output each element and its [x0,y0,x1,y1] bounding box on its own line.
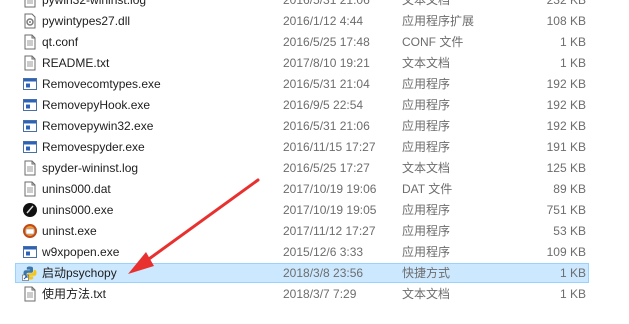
file-name: Removespyder.exe [42,140,145,154]
python-shortcut-icon [22,265,38,281]
file-date: 2016/9/5 22:54 [283,98,364,112]
file-row[interactable]: RemovepyHook.exe 2016/9/5 22:54 应用程序 192 KB [0,95,629,116]
file-row[interactable]: Removecomtypes.exe 2016/5/31 21:04 应用程序 192… [0,74,629,95]
file-date: 2016/5/25 17:48 [283,35,370,49]
file-date: 2017/8/10 19:21 [283,56,370,70]
file-size: 89 KB [553,182,586,196]
doc-icon [22,34,38,50]
doc-icon [22,55,38,71]
exe-icon [22,244,38,260]
dll-icon [22,13,38,29]
file-date: 2016/5/31 21:06 [283,0,370,7]
file-name: pywintypes27.dll [42,14,131,28]
doc-icon [22,160,38,176]
file-row[interactable]: pywin32-wininst.log 2016/5/31 21:06 文本文档 23… [0,0,629,11]
doc-icon [22,286,38,302]
file-name: pywin32-wininst.log [42,0,147,7]
file-size: 1 KB [559,56,586,70]
file-row[interactable]: qt.conf 2016/5/25 17:48 CONF 文件 1 KB [0,32,629,53]
file-name: 使用方法.txt [42,287,107,301]
file-size: 751 KB [546,203,586,217]
file-size: 109 KB [546,245,586,259]
file-date: 2016/5/31 21:06 [283,119,370,133]
exe-icon [22,118,38,134]
file-name: RemovepyHook.exe [42,98,151,112]
file-row[interactable]: spyder-wininst.log 2016/5/25 17:27 文本文档 125… [0,158,629,179]
file-date: 2017/11/12 17:27 [283,224,376,238]
file-type: 快捷方式 [402,266,451,280]
file-size: 1 KB [559,266,586,280]
file-type: 应用程序 [402,140,451,154]
file-row[interactable]: pywintypes27.dll 2016/1/12 4:44 应用程序扩展 108 … [0,11,629,32]
file-size: 1 KB [559,287,586,301]
file-type: 应用程序 [402,245,451,259]
file-size: 125 KB [546,161,586,175]
file-row[interactable]: unins000.dat 2017/10/19 19:06 DAT 文件 89 KB [0,179,629,200]
file-date: 2015/12/6 3:33 [283,245,364,259]
file-name: unins000.dat [42,182,111,196]
file-row[interactable]: unins000.exe 2017/10/19 19:05 应用程序 751 KB [0,200,629,221]
file-name: w9xpopen.exe [42,245,120,259]
file-type: DAT 文件 [402,182,453,196]
file-name: Removepywin32.exe [42,119,154,133]
file-type: 文本文档 [402,56,451,70]
file-date: 2016/1/12 4:44 [283,14,364,28]
file-size: 108 KB [546,14,586,28]
file-date: 2017/10/19 19:06 [283,182,377,196]
file-name: README.txt [42,56,110,70]
file-type: 应用程序 [402,224,451,238]
file-date: 2016/11/15 17:27 [283,140,376,154]
file-type: 文本文档 [402,287,451,301]
exe-icon [22,76,38,92]
file-date: 2016/5/31 21:04 [283,77,370,91]
file-type: 应用程序 [402,119,451,133]
file-date: 2018/3/7 7:29 [283,287,357,301]
file-type: 应用程序扩展 [402,14,475,28]
file-type: 应用程序 [402,203,451,217]
file-row[interactable]: uninst.exe 2017/11/12 17:27 应用程序 53 KB [0,221,629,242]
file-size: 192 KB [546,98,586,112]
file-row[interactable]: 启动psychopy 2018/3/8 23:56 快捷方式 1 KB [0,263,629,284]
file-date: 2018/3/8 23:56 [283,266,364,280]
file-row[interactable]: Removepywin32.exe 2016/5/31 21:06 应用程序 192 … [0,116,629,137]
file-date: 2017/10/19 19:05 [283,203,377,217]
psychopy-icon [22,202,38,218]
file-name: 启动psychopy [42,266,117,280]
file-size: 53 KB [553,224,586,238]
uninstall-icon [22,223,38,239]
file-size: 232 KB [546,0,586,7]
exe-icon [22,139,38,155]
file-type: 应用程序 [402,98,451,112]
file-date: 2016/5/25 17:27 [283,161,370,175]
file-type: CONF 文件 [402,35,464,49]
file-row[interactable]: 使用方法.txt 2018/3/7 7:29 文本文档 1 KB [0,284,629,305]
exe-icon [22,97,38,113]
file-row[interactable]: w9xpopen.exe 2015/12/6 3:33 应用程序 109 KB [0,242,629,263]
file-type: 应用程序 [402,77,451,91]
file-name: Removecomtypes.exe [42,77,161,91]
file-size: 1 KB [559,35,586,49]
file-row[interactable]: Removespyder.exe 2016/11/15 17:27 应用程序 191 … [0,137,629,158]
file-row[interactable]: README.txt 2017/8/10 19:21 文本文档 1 KB [0,53,629,74]
file-size: 192 KB [546,77,586,91]
file-name: uninst.exe [42,224,97,238]
file-size: 192 KB [546,119,586,133]
file-size: 191 KB [546,140,586,154]
file-name: qt.conf [42,35,79,49]
file-name: unins000.exe [42,203,114,217]
file-name: spyder-wininst.log [42,161,139,175]
doc-icon [22,181,38,197]
file-type: 文本文档 [402,161,451,175]
file-type: 文本文档 [402,0,451,7]
doc-icon [22,0,38,8]
